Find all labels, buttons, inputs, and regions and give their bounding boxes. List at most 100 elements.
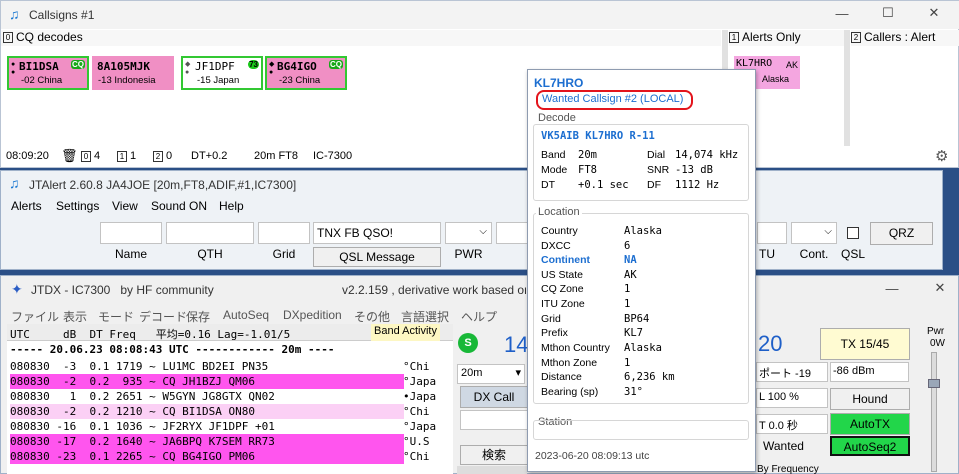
decode-key: Band bbox=[541, 149, 566, 161]
jtdx-menu-mode[interactable]: モード bbox=[98, 308, 134, 325]
location-key: DXCC bbox=[541, 240, 571, 252]
jtdx-menu-view[interactable]: 表示 bbox=[63, 308, 87, 325]
extra-input[interactable] bbox=[496, 222, 528, 244]
minimize-icon[interactable]: — bbox=[869, 281, 915, 296]
callsign-tile[interactable]: ◆ ● BG4IGO CQ -23 China bbox=[265, 56, 347, 90]
jtalert-menu-help[interactable]: Help bbox=[219, 199, 244, 213]
close-icon[interactable]: ✕ bbox=[911, 5, 957, 21]
jtdx-menu-other[interactable]: その他 bbox=[354, 308, 390, 325]
ak-tag: AK bbox=[786, 60, 799, 70]
maximize-icon[interactable]: ☐ bbox=[865, 5, 911, 21]
location-section-label: Location bbox=[536, 206, 582, 218]
location-key: ITU Zone bbox=[541, 298, 585, 310]
jtalert-menu-alerts[interactable]: Alerts bbox=[11, 199, 42, 213]
log-note: °Japa bbox=[403, 375, 437, 388]
jtdx-menu-language[interactable]: 言語選択 bbox=[401, 308, 449, 325]
cq-decodes-header: 0 CQ decodes bbox=[1, 30, 721, 46]
location-key: Continent bbox=[541, 254, 590, 266]
comment-value: TNX FB QSO! bbox=[317, 226, 394, 240]
cont-select[interactable]: ⌵ bbox=[791, 222, 837, 244]
decode-value: -13 dB bbox=[675, 164, 713, 176]
time-spinbox[interactable]: T 0.0 秒 bbox=[756, 414, 828, 434]
band-select[interactable]: 20m ▾ bbox=[457, 364, 525, 384]
gear-icon[interactable]: ⚙ bbox=[935, 147, 948, 165]
location-value: Alaska bbox=[624, 342, 662, 354]
cont-label: Cont. bbox=[799, 247, 829, 261]
callsign-tile[interactable]: ◆ ● JF1DPF 73 -15 Japan bbox=[181, 56, 263, 90]
jtalert-menu-sound[interactable]: Sound ON bbox=[151, 199, 207, 213]
log-row[interactable]: 080830 -17 0.2 1640 ~ JA6BPQ K7SEM RR73 bbox=[10, 434, 404, 449]
qth-input[interactable] bbox=[166, 222, 254, 244]
log-row[interactable]: 080830 -16 0.1 1036 ~ JF2RYX JF1DPF +01 bbox=[10, 419, 404, 434]
report-spinbox[interactable]: ポート -19 bbox=[756, 362, 828, 382]
jtdx-menu-file[interactable]: ファイル bbox=[11, 308, 59, 325]
decode-key: SNR bbox=[647, 164, 670, 176]
jtdx-menu-decode[interactable]: デコード bbox=[139, 308, 187, 325]
callsign-tile[interactable]: 8A105MJK -13 Indonesia bbox=[92, 56, 174, 90]
jtdx-menu-dxpedition[interactable]: DXpedition bbox=[283, 308, 342, 322]
autotx-button[interactable]: AutoTX bbox=[830, 413, 910, 435]
log-row[interactable]: 080830 -3 0.1 1719 ~ LU1MC BD2EI PN35 bbox=[10, 359, 404, 374]
cq-tag: CQ bbox=[329, 60, 343, 69]
close-icon[interactable]: ✕ bbox=[917, 280, 959, 296]
jtalert-menu-settings[interactable]: Settings bbox=[56, 199, 99, 213]
itu-label: TU bbox=[759, 247, 775, 261]
tile-info: -02 China bbox=[21, 75, 63, 86]
callsigns-window: ♫ Callsigns #1 — ☐ ✕ 0 CQ decodes 1 Alerts… bbox=[0, 0, 959, 168]
name-input[interactable] bbox=[100, 222, 162, 244]
jtdx-logo-icon: ✦ bbox=[11, 281, 23, 297]
tile-callsign: BG4IGO bbox=[277, 60, 317, 73]
qsl-checkbox[interactable] bbox=[847, 227, 859, 239]
pwr-select[interactable]: ⌵ bbox=[445, 222, 492, 244]
qrz-button[interactable]: QRZ bbox=[870, 222, 933, 245]
big-frequency-left: 14 bbox=[504, 332, 529, 357]
decode-dots-icon: ◆ ● bbox=[269, 61, 275, 76]
log-row[interactable]: 080830 -23 0.1 2265 ~ CQ BG4IGO PM06 bbox=[10, 449, 404, 464]
hound-button[interactable]: Hound bbox=[830, 388, 910, 410]
dx-call-button[interactable]: DX Call bbox=[460, 386, 528, 408]
dx-call-input[interactable] bbox=[460, 410, 528, 430]
comment-input[interactable]: TNX FB QSO! bbox=[313, 222, 441, 244]
jtdx-window: ✦ JTDX - IC7300 by HF community v2.2.159… bbox=[0, 275, 959, 474]
tx-period-button[interactable]: TX 15/45 bbox=[820, 328, 910, 360]
band-activity-panel[interactable]: UTC dB DT Freq 平均=0.16 Lag=-1.01/5 Band … bbox=[7, 324, 453, 474]
decode-value: +0.1 sec bbox=[578, 179, 629, 191]
badge-1: 1 bbox=[729, 32, 739, 44]
callsigns-titlebar[interactable]: ♫ Callsigns #1 — ☐ ✕ bbox=[1, 1, 959, 29]
percent-spinbox[interactable]: L 100 % bbox=[756, 388, 828, 408]
log-note: •Japa bbox=[403, 390, 437, 403]
jtdx-menu-save[interactable]: 保存 bbox=[186, 308, 210, 325]
status-time: 08:09:20 bbox=[6, 150, 49, 162]
log-row[interactable]: 080830 -2 0.2 935 ~ CQ JH1BZJ QM06 bbox=[10, 374, 404, 389]
jtalert-menu-view[interactable]: View bbox=[112, 199, 138, 213]
tile-callsign: 8A105MJK bbox=[97, 60, 150, 73]
power-slider-thumb[interactable] bbox=[928, 379, 940, 388]
minimize-icon[interactable]: — bbox=[819, 6, 865, 21]
log-note: °Chi bbox=[403, 405, 430, 418]
location-value: KL7 bbox=[624, 327, 643, 339]
qsl-label: QSL bbox=[840, 247, 865, 261]
location-value: BP64 bbox=[624, 313, 650, 325]
tile-info: Alaska bbox=[762, 74, 790, 84]
search-button[interactable]: 検索 bbox=[460, 445, 528, 465]
log-row[interactable]: 080830 1 0.2 2651 ~ W5GYN JG8GTX QN02 bbox=[10, 389, 404, 404]
grid-input[interactable] bbox=[258, 222, 310, 244]
decode-value: 14,074 kHz bbox=[675, 149, 739, 161]
power-slider[interactable] bbox=[928, 352, 940, 472]
log-row[interactable]: 080830 -2 0.2 1210 ~ CQ BI1DSA ON80 bbox=[10, 404, 404, 419]
log-note: °U.S bbox=[403, 435, 430, 448]
location-value: 1 bbox=[624, 357, 631, 369]
trash-icon[interactable]: 🗑 bbox=[61, 148, 78, 164]
autoseq-button[interactable]: AutoSeq2 bbox=[830, 436, 910, 456]
itu-select[interactable] bbox=[757, 222, 787, 244]
callsign-tile[interactable]: ● ● BI1DSA CQ -02 China bbox=[7, 56, 89, 90]
jtdx-menu-autoseq[interactable]: AutoSeq bbox=[223, 308, 269, 322]
status-count-0: 04 bbox=[81, 150, 100, 162]
by-frequency-label: By Frequency bbox=[757, 464, 819, 474]
jtdx-menu-help[interactable]: ヘルプ bbox=[461, 308, 497, 325]
qsl-message-button[interactable]: QSL Message bbox=[313, 247, 441, 267]
location-value: 1 bbox=[624, 298, 631, 310]
badge-0: 0 bbox=[3, 32, 13, 44]
dbm-field[interactable]: -86 dBm bbox=[830, 362, 909, 382]
tile-callsign: KL7HRO bbox=[736, 58, 773, 69]
